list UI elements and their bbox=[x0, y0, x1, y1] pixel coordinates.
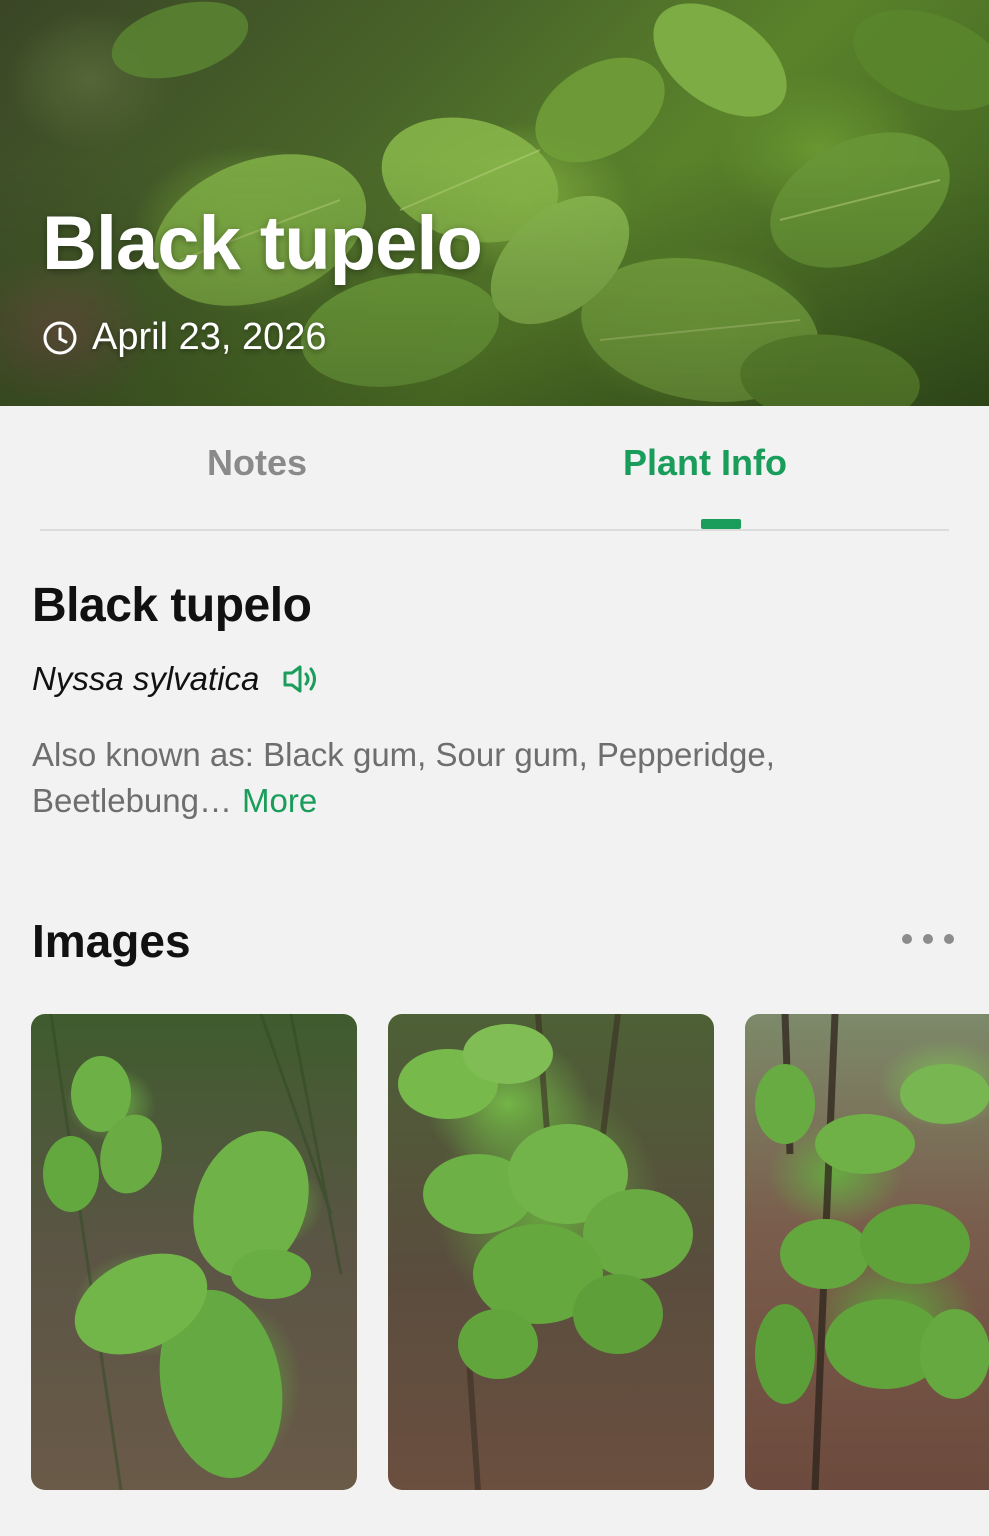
plant-common-name: Black tupelo bbox=[32, 579, 312, 632]
image-thumbnail-1[interactable] bbox=[31, 1014, 357, 1490]
observation-date: April 23, 2026 bbox=[42, 316, 327, 359]
also-known-as-text: Also known as: Black gum, Sour gum, Pepp… bbox=[32, 736, 775, 819]
image-thumbnail-3[interactable] bbox=[745, 1014, 989, 1490]
plant-detail-screen: Black tupelo April 23, 2026 Notes Plant … bbox=[0, 0, 989, 1536]
active-tab-indicator bbox=[701, 519, 741, 529]
speaker-icon[interactable] bbox=[281, 662, 321, 696]
scientific-name-row: Nyssa sylvatica bbox=[32, 660, 321, 698]
tab-plant-info[interactable]: Plant Info bbox=[623, 442, 787, 484]
tab-bar: Notes Plant Info bbox=[0, 406, 989, 531]
hero-photo: Black tupelo April 23, 2026 bbox=[0, 0, 989, 406]
more-link[interactable]: More bbox=[242, 782, 317, 819]
thumbnail-2-leaves bbox=[398, 1014, 693, 1490]
clock-icon bbox=[42, 320, 78, 356]
more-dots-icon[interactable] bbox=[898, 926, 958, 952]
image-thumbnail-2[interactable] bbox=[388, 1014, 714, 1490]
plant-scientific-name: Nyssa sylvatica bbox=[32, 660, 260, 697]
images-section-title: Images bbox=[32, 915, 191, 967]
tab-divider bbox=[40, 529, 949, 531]
also-known-as: Also known as: Black gum, Sour gum, Pepp… bbox=[32, 732, 932, 824]
thumbnail-3-leaves bbox=[755, 1014, 989, 1490]
date-text: April 23, 2026 bbox=[92, 316, 327, 358]
thumbnail-1-leaves bbox=[43, 1014, 343, 1490]
tab-notes[interactable]: Notes bbox=[207, 442, 307, 484]
hero-title: Black tupelo bbox=[42, 201, 483, 286]
